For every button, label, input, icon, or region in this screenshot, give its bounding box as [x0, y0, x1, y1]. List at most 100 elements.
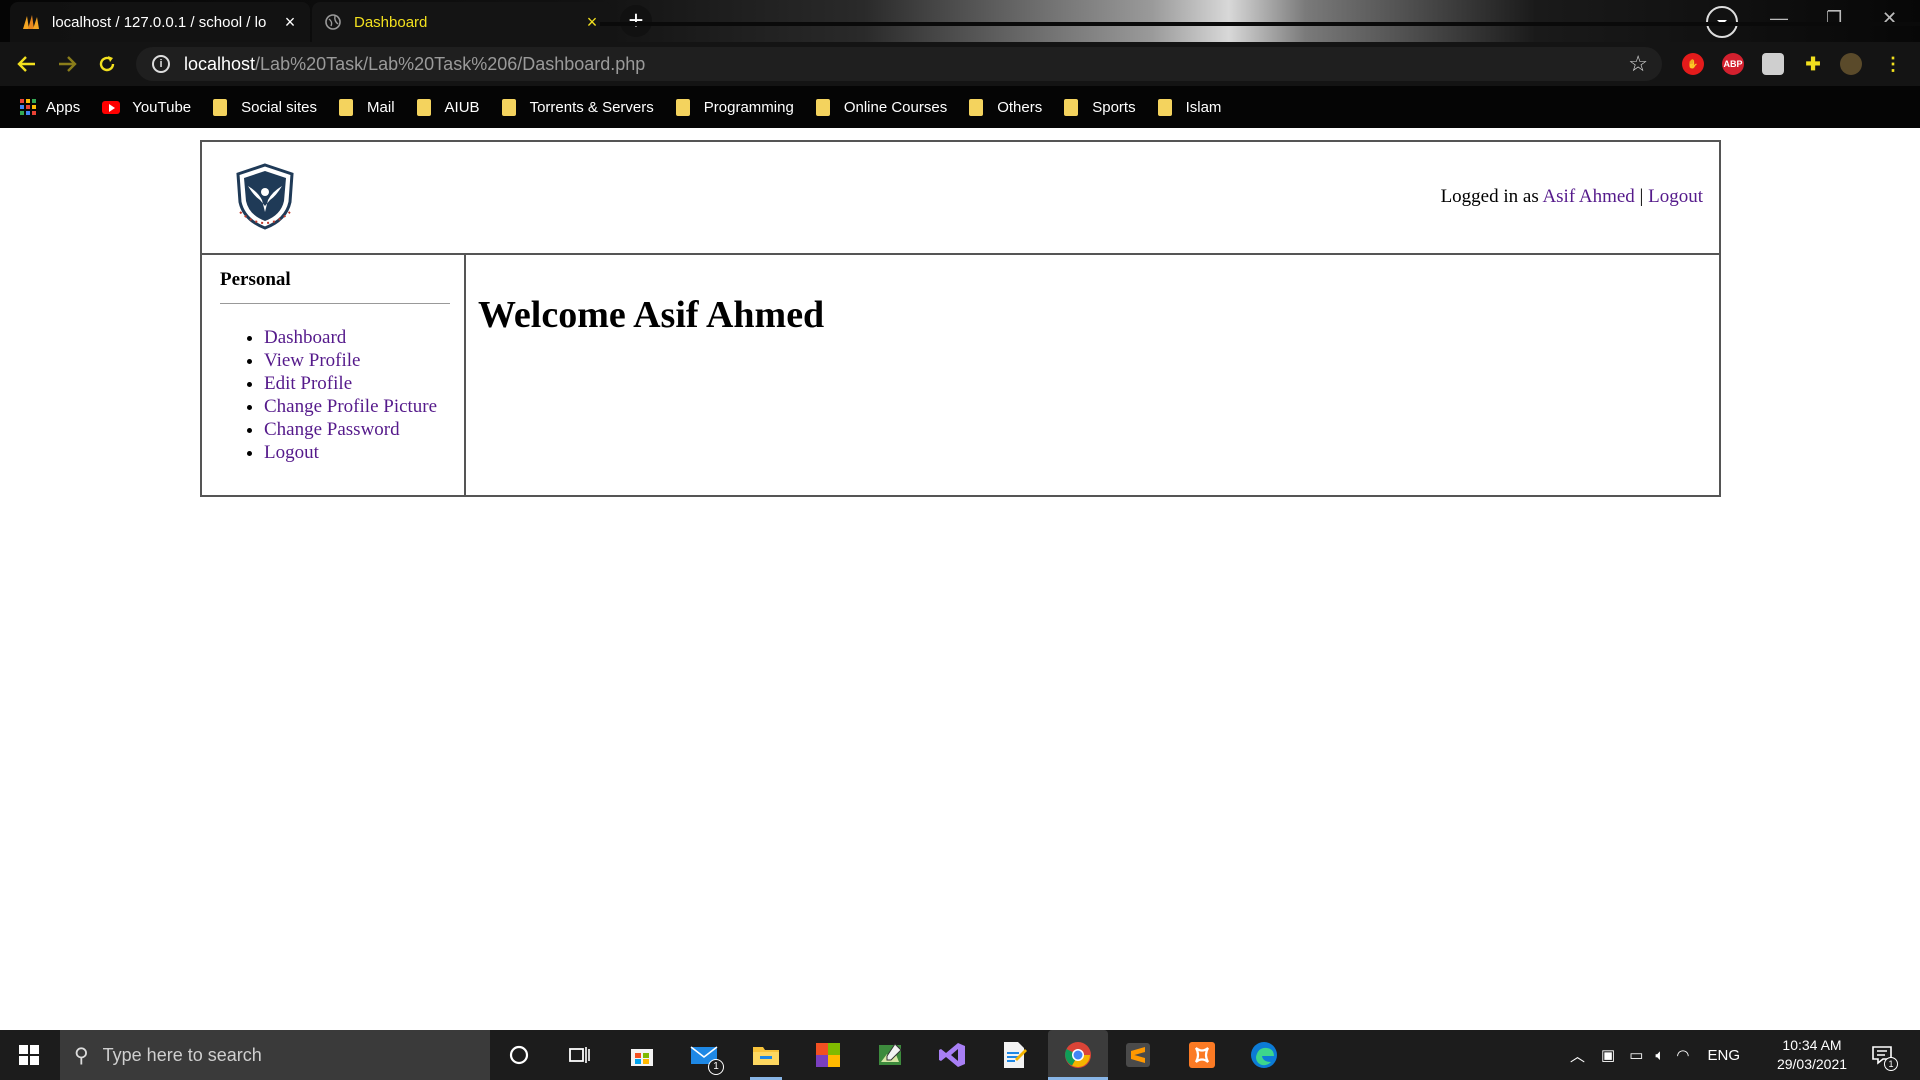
close-icon[interactable]: × — [584, 13, 600, 31]
main-content: Welcome Asif Ahmed — [466, 255, 1719, 495]
address-bar[interactable]: i localhost/Lab%20Task/Lab%20Task%206/Da… — [136, 47, 1662, 81]
page-header: Logged in as Asif Ahmed | Logout — [202, 142, 1719, 255]
url-path: /Lab%20Task/Lab%20Task%206/Dashboard.php — [255, 53, 646, 74]
sidebar-link-dashboard[interactable]: Dashboard — [264, 327, 346, 348]
edge-icon[interactable] — [1248, 1039, 1280, 1071]
tab-dashboard[interactable]: Dashboard × — [312, 2, 612, 42]
forward-arrow-icon[interactable] — [54, 51, 80, 77]
sidebar-link-logout[interactable]: Logout — [264, 442, 319, 463]
header-logout-link[interactable]: Logout — [1648, 186, 1703, 207]
volume-icon[interactable]: 🔈︎ — [1655, 1047, 1664, 1064]
document-app-icon[interactable] — [998, 1039, 1030, 1071]
taskbar-clock[interactable]: 10:34 AM 29/03/2021 — [1762, 1036, 1862, 1074]
page-viewport: Logged in as Asif Ahmed | Logout Persona… — [0, 128, 1920, 1030]
battery-icon[interactable]: ▭ — [1629, 1046, 1643, 1064]
bookmark-mail[interactable]: Mail — [339, 98, 395, 116]
url-host: localhost — [184, 53, 256, 74]
sidebar-item-change-profile-picture: Change Profile Picture — [264, 395, 450, 418]
file-explorer-icon[interactable] — [750, 1039, 782, 1080]
bookmark-label: Torrents & Servers — [529, 98, 654, 116]
window-close-icon[interactable]: ✕ — [1882, 8, 1897, 29]
chrome-icon — [1065, 1042, 1091, 1068]
sidebar-link-view-profile[interactable]: View Profile — [264, 350, 360, 371]
bookmark-apps[interactable]: Apps — [20, 99, 80, 116]
visual-studio-icon[interactable] — [936, 1039, 968, 1071]
minimize-icon[interactable]: — — [1770, 8, 1788, 29]
folder-icon — [339, 98, 354, 116]
reload-icon[interactable] — [94, 51, 120, 77]
sidebar-link-change-profile-picture[interactable]: Change Profile Picture — [264, 396, 437, 417]
sidebar: Personal Dashboard View Profile Edit Pro… — [202, 255, 466, 495]
notification-count: 1 — [1884, 1057, 1898, 1071]
security-icon[interactable]: ▣ — [1601, 1046, 1615, 1064]
bookmark-label: AIUB — [444, 98, 480, 116]
task-view-icon[interactable] — [564, 1039, 596, 1071]
office-colors-icon[interactable] — [812, 1039, 844, 1071]
bookmark-label: YouTube — [132, 98, 192, 116]
wifi-icon[interactable]: ◠ — [1676, 1046, 1689, 1064]
mail-icon[interactable]: 1 — [688, 1039, 724, 1075]
profile-avatar[interactable] — [1840, 53, 1862, 75]
bookmark-sports[interactable]: Sports — [1064, 98, 1136, 116]
bookmark-star-icon[interactable]: ☆ — [1628, 51, 1648, 77]
stop-hand-extension-icon[interactable]: ✋ — [1682, 53, 1704, 75]
image-editor-icon[interactable] — [874, 1039, 906, 1071]
extension-grey-icon[interactable] — [1762, 53, 1784, 75]
tab-phpmyadmin[interactable]: localhost / 127.0.0.1 / school / lo × — [10, 2, 310, 42]
folder-icon — [416, 98, 431, 116]
language-indicator[interactable]: ENG — [1708, 1047, 1741, 1064]
bookmark-label: Programming — [703, 98, 794, 116]
folder-icon — [1157, 98, 1172, 116]
search-placeholder: Type here to search — [102, 1044, 262, 1065]
menu-kebab-icon[interactable]: ⋮ — [1882, 53, 1904, 75]
folder-icon — [815, 98, 830, 116]
adblock-plus-icon[interactable]: ABP — [1722, 53, 1744, 75]
microsoft-store-icon[interactable] — [626, 1039, 658, 1071]
bookmark-youtube[interactable]: YouTube — [102, 99, 191, 116]
notifications-icon[interactable]: 1 — [1866, 1039, 1898, 1071]
extensions-puzzle-icon[interactable]: ✚ — [1802, 53, 1824, 75]
bookmark-islam[interactable]: Islam — [1157, 98, 1221, 116]
bookmark-label: Sports — [1092, 98, 1136, 116]
bookmark-label: Social sites — [241, 98, 318, 116]
chrome-taskbar-button[interactable] — [1048, 1030, 1108, 1080]
sidebar-item-logout: Logout — [264, 441, 450, 464]
bookmark-torrents-servers[interactable]: Torrents & Servers — [501, 98, 654, 116]
windows-start-button[interactable] — [0, 1030, 58, 1080]
chevron-up-icon[interactable]: ︿ — [1570, 1045, 1585, 1066]
bookmarks-bar: Apps YouTube Social sites Mail AIUB Torr… — [0, 86, 1920, 128]
tab-search-icon[interactable] — [1706, 6, 1738, 38]
new-tab-button[interactable]: + — [620, 5, 652, 37]
restore-icon[interactable]: ❐ — [1826, 8, 1842, 29]
sidebar-item-view-profile: View Profile — [264, 349, 450, 372]
bookmark-others[interactable]: Others — [969, 98, 1043, 116]
info-icon[interactable]: i — [152, 55, 170, 73]
user-name-link[interactable]: Asif Ahmed — [1542, 186, 1634, 207]
xampp-icon[interactable] — [1186, 1039, 1218, 1071]
bookmark-aiub[interactable]: AIUB — [416, 98, 480, 116]
bookmark-online-courses[interactable]: Online Courses — [815, 98, 948, 116]
close-icon[interactable]: × — [282, 13, 298, 31]
cortana-icon[interactable] — [503, 1039, 535, 1071]
back-arrow-icon[interactable] — [14, 51, 40, 77]
login-status: Logged in as Asif Ahmed | Logout — [1441, 186, 1703, 208]
sidebar-menu: Dashboard View Profile Edit Profile Chan… — [220, 326, 450, 464]
bookmark-social-sites[interactable]: Social sites — [213, 98, 318, 116]
dashboard-layout: Logged in as Asif Ahmed | Logout Persona… — [200, 140, 1721, 497]
tab-title: localhost / 127.0.0.1 / school / lo — [52, 13, 267, 31]
windows-logo-icon — [19, 1045, 39, 1065]
sidebar-link-change-password[interactable]: Change Password — [264, 419, 400, 440]
bookmark-programming[interactable]: Programming — [675, 98, 794, 116]
folder-icon — [969, 98, 984, 116]
bookmark-label: Mail — [367, 98, 395, 116]
windows-taskbar: ⚲ Type here to search 1 ︿ ▣ ▭ 🔈︎ ◠ ENG 1… — [0, 1030, 1920, 1080]
abp-label: ABP — [1723, 59, 1743, 69]
bookmark-label: Others — [997, 98, 1043, 116]
separator: | — [1639, 186, 1644, 207]
sidebar-link-edit-profile[interactable]: Edit Profile — [264, 373, 352, 394]
mail-badge: 1 — [708, 1059, 724, 1075]
taskbar-search-box[interactable]: ⚲ Type here to search — [60, 1030, 490, 1080]
sublime-text-icon[interactable] — [1122, 1039, 1154, 1071]
folder-icon — [213, 98, 228, 116]
bookmark-label: Online Courses — [843, 98, 948, 116]
